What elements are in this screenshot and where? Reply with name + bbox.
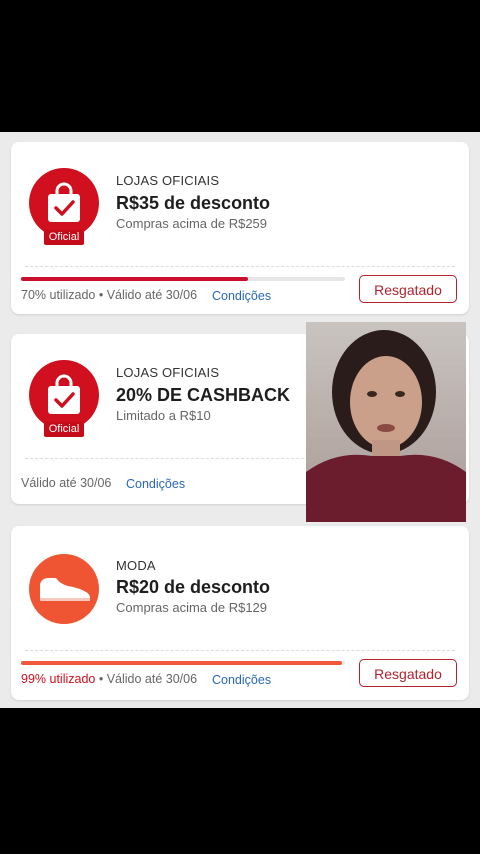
conditions-link[interactable]: Condições xyxy=(212,289,271,303)
coupon-title: R$35 de desconto xyxy=(116,193,271,213)
coupon-category: LOJAS OFICIAIS xyxy=(116,365,220,380)
redeemed-button[interactable]: Resgatado xyxy=(359,659,457,687)
valid-text: Válido até 30/06 xyxy=(106,288,198,302)
coupon-card[interactable]: Oficial LOJAS OFICIAIS R$35 de desconto … xyxy=(11,142,469,314)
divider xyxy=(25,650,455,651)
coupon-footer: 99% utilizado • Válido até 30/06 xyxy=(21,672,197,686)
redeemed-button[interactable]: Resgatado xyxy=(359,275,457,303)
coupon-title: R$20 de desconto xyxy=(116,577,271,597)
coupon-subtitle: Compras acima de R$129 xyxy=(116,600,268,615)
usage-progress-bar xyxy=(21,661,345,665)
usage-text: 70% utilizado xyxy=(21,288,96,302)
coupon-subtitle: Limitado a R$10 xyxy=(116,408,211,423)
coupon-footer: 70% utilizado • Válido até 30/06 xyxy=(21,288,197,302)
coupon-title: 20% DE CASHBACK xyxy=(116,385,291,405)
separator-dot: • xyxy=(98,288,107,302)
presenter-video-overlay xyxy=(306,322,466,522)
divider xyxy=(25,266,455,267)
coupon-card[interactable]: MODA R$20 de desconto Compras acima de R… xyxy=(11,526,469,700)
shopping-bag-check-icon xyxy=(29,168,99,238)
valid-text: Válido até 30/06 xyxy=(21,476,112,490)
conditions-link[interactable]: Condições xyxy=(126,477,185,491)
usage-text: 99% utilizado xyxy=(21,672,96,686)
valid-text: Válido até 30/06 xyxy=(106,672,198,686)
shopping-bag-check-icon xyxy=(29,360,99,430)
coupon-subtitle: Compras acima de R$259 xyxy=(116,216,268,231)
official-store-badge: Oficial xyxy=(44,422,84,437)
official-store-badge: Oficial xyxy=(44,230,84,245)
coupon-category: LOJAS OFICIAIS xyxy=(116,173,220,188)
coupon-category: MODA xyxy=(116,558,156,573)
separator-dot: • xyxy=(98,672,107,686)
usage-progress-bar xyxy=(21,277,345,281)
sneaker-icon xyxy=(29,554,99,624)
usage-progress-fill xyxy=(21,277,248,281)
conditions-link[interactable]: Condições xyxy=(212,673,271,687)
usage-progress-fill xyxy=(21,661,342,665)
